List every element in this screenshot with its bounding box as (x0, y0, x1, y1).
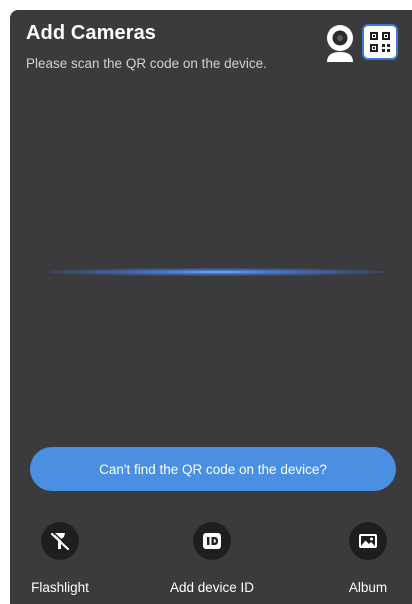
scanner-screen: Add Cameras Please scan the QR code on t… (10, 10, 412, 604)
add-device-id-button[interactable]: Add device ID (162, 522, 262, 595)
page-title: Add Cameras (26, 22, 157, 44)
flashlight-label: Flashlight (31, 580, 89, 595)
device-id-icon-circle[interactable] (193, 522, 231, 560)
page-subtitle: Please scan the QR code on the device. (26, 56, 267, 71)
camera-icon (327, 25, 353, 62)
flashlight-off-icon (50, 531, 71, 551)
flashlight-button[interactable]: Flashlight (10, 522, 110, 595)
add-device-id-label: Add device ID (169, 580, 255, 595)
cant-find-qr-button[interactable]: Can't find the QR code on the device? (30, 447, 396, 491)
album-label: Album (348, 580, 388, 595)
flashlight-icon-circle[interactable] (41, 522, 79, 560)
camera-mode-button[interactable] (323, 24, 357, 62)
album-icon-circle[interactable] (349, 522, 387, 560)
device-id-icon (203, 533, 221, 549)
qr-code-icon (370, 32, 390, 52)
scan-line (50, 268, 385, 276)
qr-mode-button[interactable] (362, 24, 398, 60)
image-icon (359, 534, 377, 548)
album-button[interactable]: Album (318, 522, 412, 595)
